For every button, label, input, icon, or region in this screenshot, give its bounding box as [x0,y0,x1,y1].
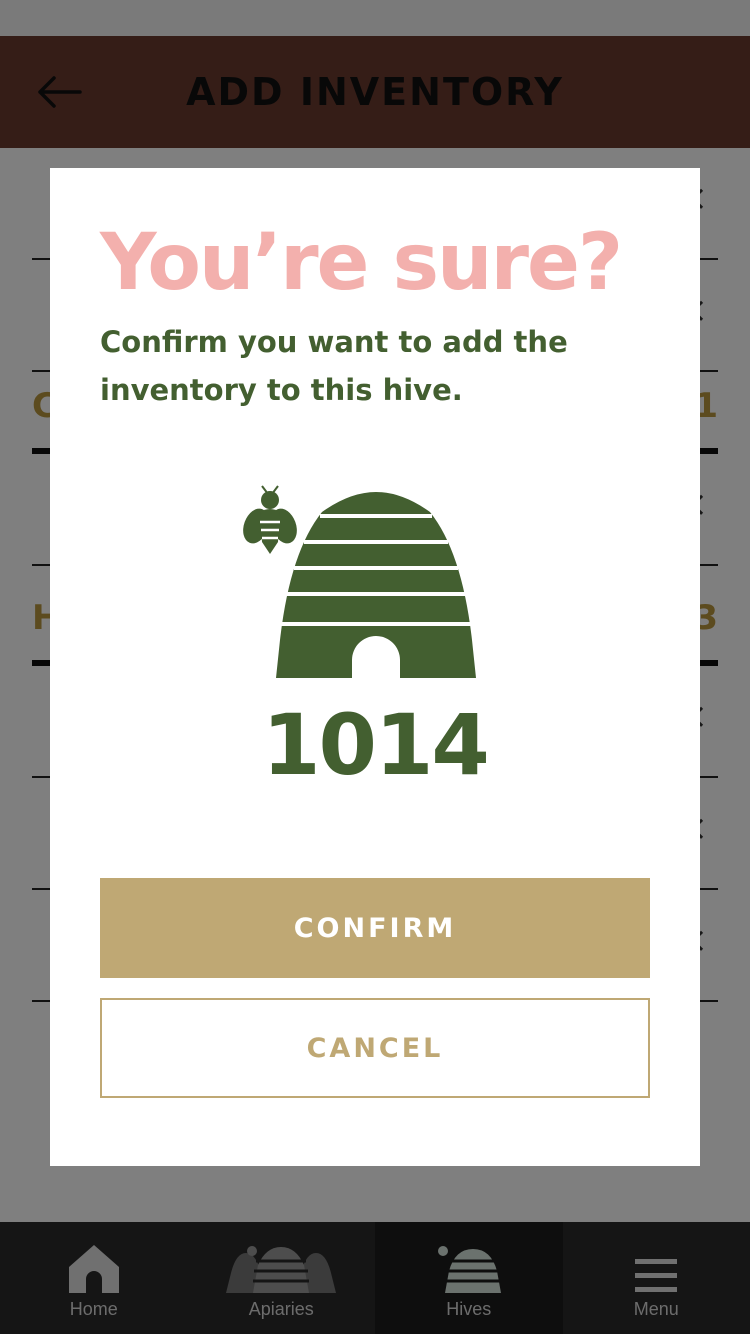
cancel-button[interactable]: CANCEL [100,998,650,1098]
hive-number: 1014 [262,696,490,794]
bee-icon [243,485,297,554]
confirm-button[interactable]: CONFIRM [100,878,650,978]
dialog-title: You’re sure? [100,218,623,308]
dialog-message: Confirm you want to add the inventory to… [100,325,568,407]
beehive-icon [243,485,476,678]
confirm-dialog: You’re sure? Confirm you want to add the… [50,168,700,1166]
